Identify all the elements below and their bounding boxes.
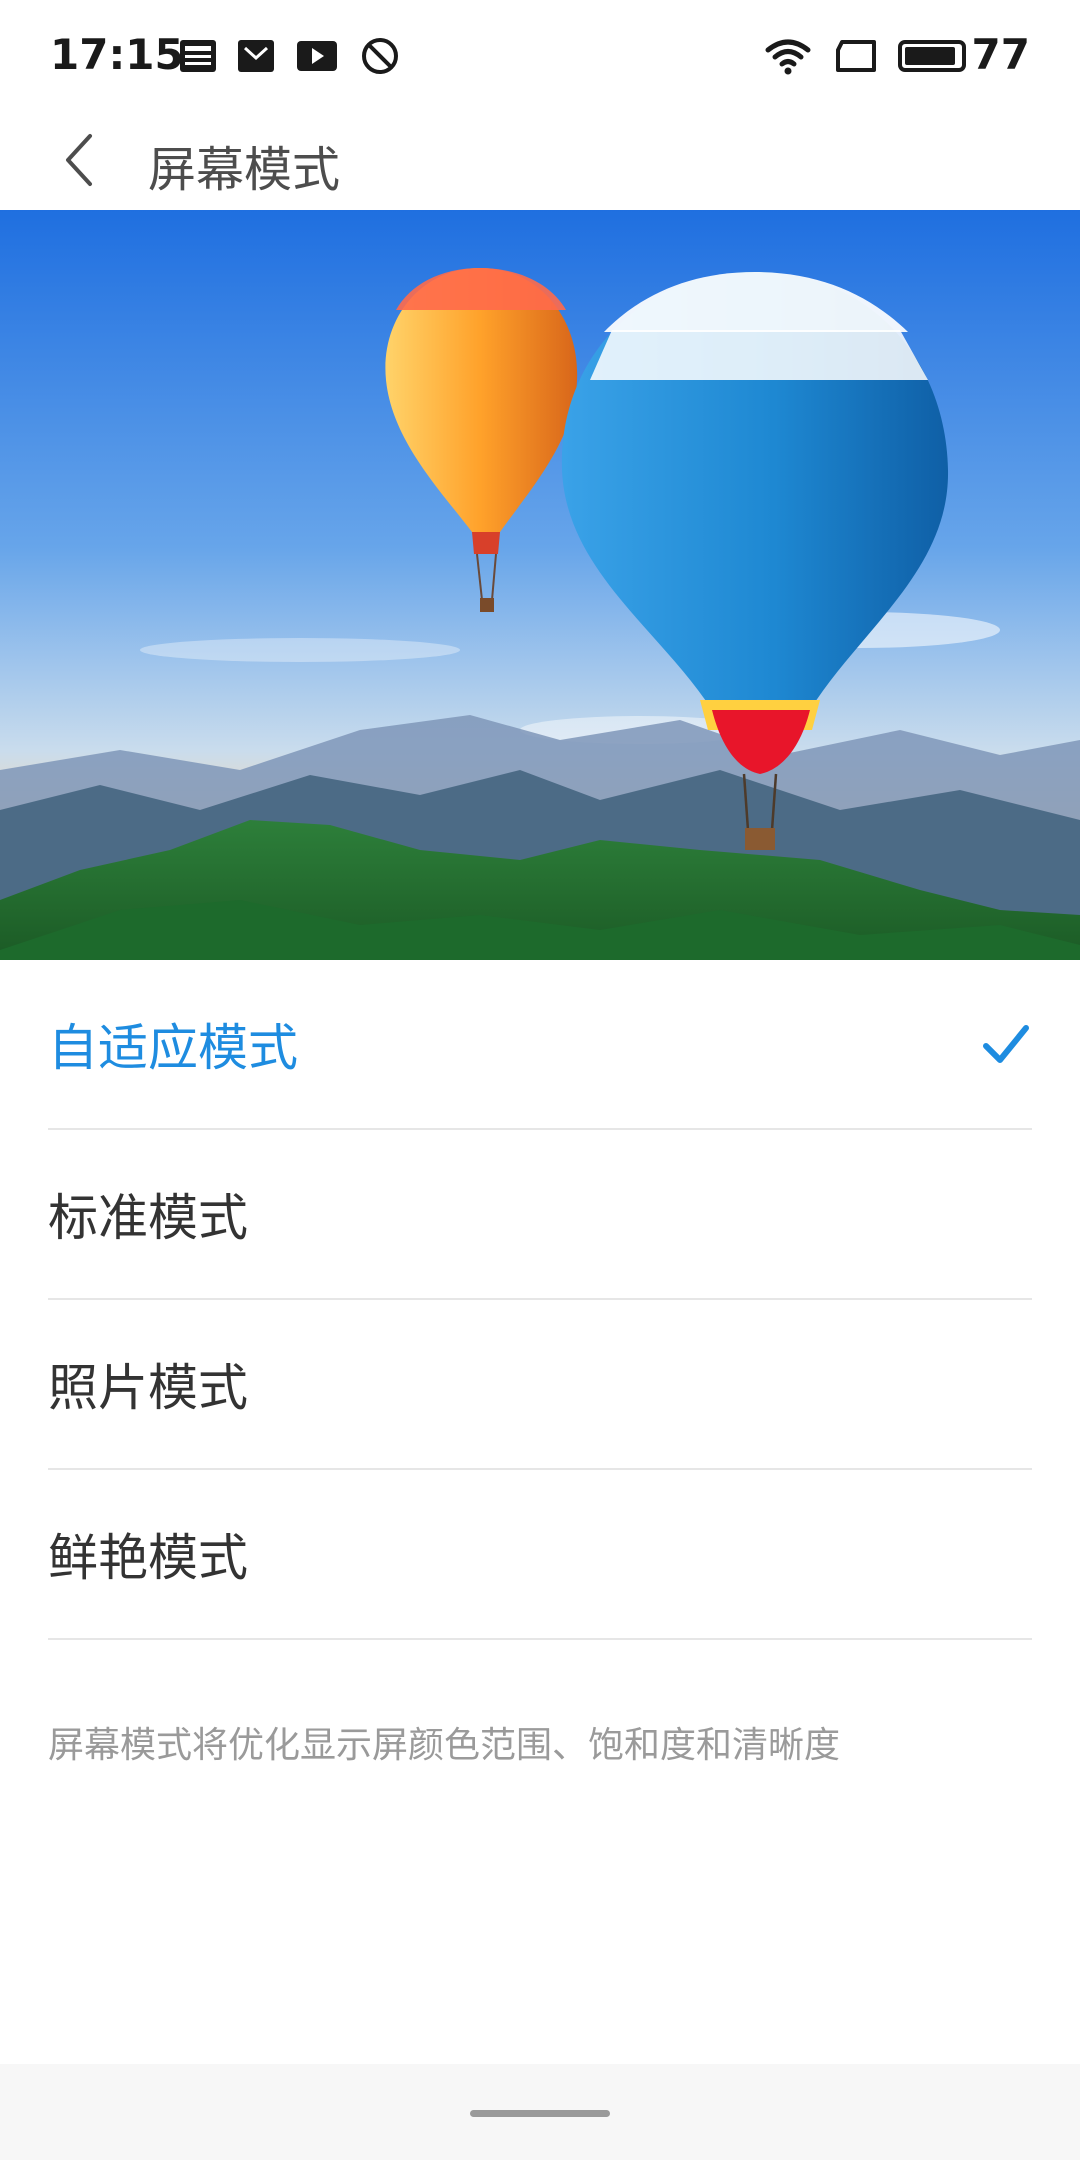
mode-item-vivid[interactable]: 鲜艳模式: [48, 1470, 1032, 1640]
mail-icon: [236, 36, 276, 76]
battery-level: 77: [971, 30, 1030, 79]
chevron-left-icon: [66, 134, 92, 186]
navigation-bar: [0, 2064, 1080, 2160]
hero-image: [0, 210, 1080, 960]
battery-icon: [898, 36, 972, 76]
youtube-icon: [296, 36, 337, 76]
status-bar: 17:15 77: [0, 0, 1080, 112]
back-button[interactable]: [40, 112, 120, 208]
screen-mode-page: 17:15 77 屏幕模式 自适应模式 标准模式 照片模式 鲜艳模式 屏幕模式将…: [0, 0, 1080, 2160]
screen-cast-icon: [834, 36, 876, 76]
wifi-icon: [764, 36, 811, 76]
do-not-disturb-icon: [360, 36, 400, 76]
mode-label: 自适应模式: [48, 1019, 298, 1077]
check-icon: [983, 1025, 1029, 1063]
status-time: 17:15: [50, 30, 184, 79]
home-indicator[interactable]: [470, 2110, 610, 2117]
mode-item-photo[interactable]: 照片模式: [48, 1300, 1032, 1470]
page-title: 屏幕模式: [148, 142, 341, 198]
mode-label: 鲜艳模式: [48, 1529, 248, 1587]
mode-list: 自适应模式 标准模式 照片模式 鲜艳模式: [0, 960, 1080, 1640]
news-icon: [178, 36, 218, 76]
mode-label: 标准模式: [48, 1189, 248, 1247]
header: 屏幕模式: [0, 112, 1080, 208]
mode-item-standard[interactable]: 标准模式: [48, 1130, 1032, 1300]
mode-item-adaptive[interactable]: 自适应模式: [48, 960, 1032, 1130]
mode-label: 照片模式: [48, 1359, 248, 1417]
mode-description: 屏幕模式将优化显示屏颜色范围、饱和度和清晰度: [48, 1725, 841, 1766]
